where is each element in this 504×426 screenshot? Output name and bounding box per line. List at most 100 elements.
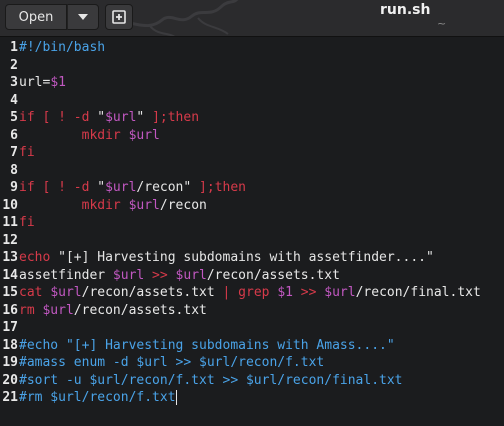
code-line[interactable]: 7 fi — [0, 144, 504, 162]
code-token: | grep — [222, 285, 278, 300]
line-number: 15 — [2, 285, 18, 300]
code-line[interactable]: 17 — [0, 319, 504, 337]
line-number: 2 — [10, 57, 18, 73]
code-text: #!/bin/bash — [19, 39, 105, 57]
code-token: ];then — [191, 180, 247, 195]
code-token: $url — [324, 285, 356, 300]
code-line[interactable]: 13 echo "[+] Harvesting subdomains with a… — [0, 249, 504, 267]
text-cursor — [175, 390, 177, 405]
code-line[interactable]: 14 assetfinder $url >> $url/recon/assets.… — [0, 267, 504, 285]
code-token: if [ ! -d — [19, 180, 98, 195]
header-bar: Open run.sh ~ — [0, 0, 504, 37]
code-text: cat $url/recon/assets.txt | grep $1 >> $… — [19, 284, 481, 302]
line-number: 12 — [2, 232, 18, 248]
code-token: $1 — [277, 285, 293, 300]
code-token: /recon — [159, 197, 207, 213]
line-number: 13 — [2, 250, 18, 265]
line-number: 7 — [10, 145, 18, 160]
code-token: #amass enum -d $url >> $url/recon/f.txt — [19, 355, 325, 370]
line-number: 4 — [10, 92, 18, 108]
code-line[interactable]: 3 url=$1 — [0, 74, 504, 92]
line-number: 5 — [10, 110, 18, 125]
line-number: 19 — [2, 355, 18, 370]
line-number: 14 — [2, 267, 18, 283]
code-token: >> — [144, 267, 176, 283]
code-token: mkdir — [19, 197, 129, 213]
code-line[interactable]: 6 mkdir $url — [0, 127, 504, 145]
code-token: $url — [50, 285, 82, 300]
code-token: if [ ! -d — [19, 110, 98, 125]
code-line[interactable]: 4 — [0, 92, 504, 110]
code-line[interactable]: 20 #sort -u $url/recon/f.txt >> $url/reco… — [0, 372, 504, 390]
code-token: $url — [128, 127, 160, 143]
code-text: mkdir $url/recon — [19, 197, 207, 215]
code-token: $1 — [50, 75, 66, 90]
code-text: url=$1 — [19, 74, 66, 92]
code-text: echo "[+] Harvesting subdomains with ass… — [19, 249, 434, 267]
code-text: if [ ! -d "$url/recon" ];then — [19, 179, 246, 197]
code-text: #rm $url/recon/f.txt — [19, 389, 177, 407]
code-text: #sort -u $url/recon/f.txt >> $url/recon/… — [19, 372, 403, 390]
code-token: $url — [175, 267, 207, 283]
code-line[interactable]: 18 #echo "[+] Harvesting subdomains with … — [0, 337, 504, 355]
code-text: if [ ! -d "$url" ];then — [19, 109, 199, 127]
code-editor[interactable]: 1 #!/bin/bash 2 3 url=$1 4 5 if [ ! -d "$url" ]… — [0, 37, 504, 426]
code-line[interactable]: 8 — [0, 162, 504, 180]
code-text: rm $url/recon/assets.txt — [19, 302, 207, 320]
code-token: #echo "[+] Harvesting subdomains with Am… — [19, 337, 395, 353]
code-line[interactable]: 2 — [0, 57, 504, 75]
line-number: 20 — [2, 372, 18, 388]
code-token: #!/bin/bash — [19, 40, 106, 55]
code-token: " — [97, 110, 106, 125]
line-number: 17 — [2, 320, 18, 335]
code-line[interactable]: 15 cat $url/recon/assets.txt | grep $1 >>… — [0, 284, 504, 302]
code-line[interactable]: 1 #!/bin/bash — [0, 39, 504, 57]
code-text: #amass enum -d $url >> $url/recon/f.txt — [19, 354, 324, 372]
code-token: >> — [292, 285, 325, 300]
code-token: $url — [112, 267, 145, 283]
code-token: $url — [105, 180, 137, 195]
code-token: assetfinder — [19, 267, 113, 283]
code-line[interactable]: 10 mkdir $url/recon — [0, 197, 504, 215]
line-number: 11 — [2, 215, 18, 230]
code-token: fi — [19, 145, 35, 160]
line-number: 16 — [2, 302, 18, 318]
code-token: mkdir — [19, 127, 129, 143]
code-text: assetfinder $url >> $url/recon/assets.tx… — [19, 267, 340, 285]
code-line[interactable]: 21 #rm $url/recon/f.txt — [0, 389, 504, 407]
code-token: #rm $url/recon/f.txt — [19, 390, 176, 405]
code-line[interactable]: 5 if [ ! -d "$url" ];then — [0, 109, 504, 127]
code-token: " — [97, 180, 106, 195]
code-token: /recon/assets.txt — [81, 285, 223, 300]
line-number: 6 — [10, 127, 18, 143]
code-line[interactable]: 12 — [0, 232, 504, 250]
code-token: rm — [19, 302, 43, 318]
code-token: "[+] Harvesting subdomains with assetfin… — [58, 250, 434, 265]
code-token: $url — [128, 197, 160, 213]
code-token: /recon/final.txt — [355, 285, 481, 300]
code-token: /recon/assets.txt — [206, 267, 340, 283]
code-token: /recon/assets.txt — [73, 302, 207, 318]
code-line[interactable]: 19 #amass enum -d $url >> $url/recon/f.tx… — [0, 354, 504, 372]
line-number: 10 — [2, 197, 18, 213]
code-token: echo — [19, 250, 59, 265]
line-number: 3 — [10, 75, 18, 90]
line-number: 18 — [2, 337, 18, 353]
code-token: ];then — [144, 110, 200, 125]
window-title: run.sh — [380, 2, 431, 18]
code-token: /recon" — [136, 180, 192, 195]
line-number: 9 — [10, 180, 18, 195]
window-subtitle: ~ — [437, 17, 447, 30]
code-token: #sort -u $url/recon/f.txt >> $url/recon/… — [19, 372, 403, 388]
code-line[interactable]: 9 if [ ! -d "$url/recon" ];then — [0, 179, 504, 197]
code-line[interactable]: 11 fi — [0, 214, 504, 232]
line-number: 8 — [10, 162, 18, 178]
line-number: 1 — [10, 40, 18, 55]
code-token: cat — [19, 285, 51, 300]
code-text: fi — [19, 144, 35, 162]
code-line[interactable]: 16 rm $url/recon/assets.txt — [0, 302, 504, 320]
code-token: url= — [19, 75, 51, 90]
code-token: fi — [19, 215, 35, 230]
code-text: #echo "[+] Harvesting subdomains with Am… — [19, 337, 395, 355]
code-token: $url — [42, 302, 74, 318]
